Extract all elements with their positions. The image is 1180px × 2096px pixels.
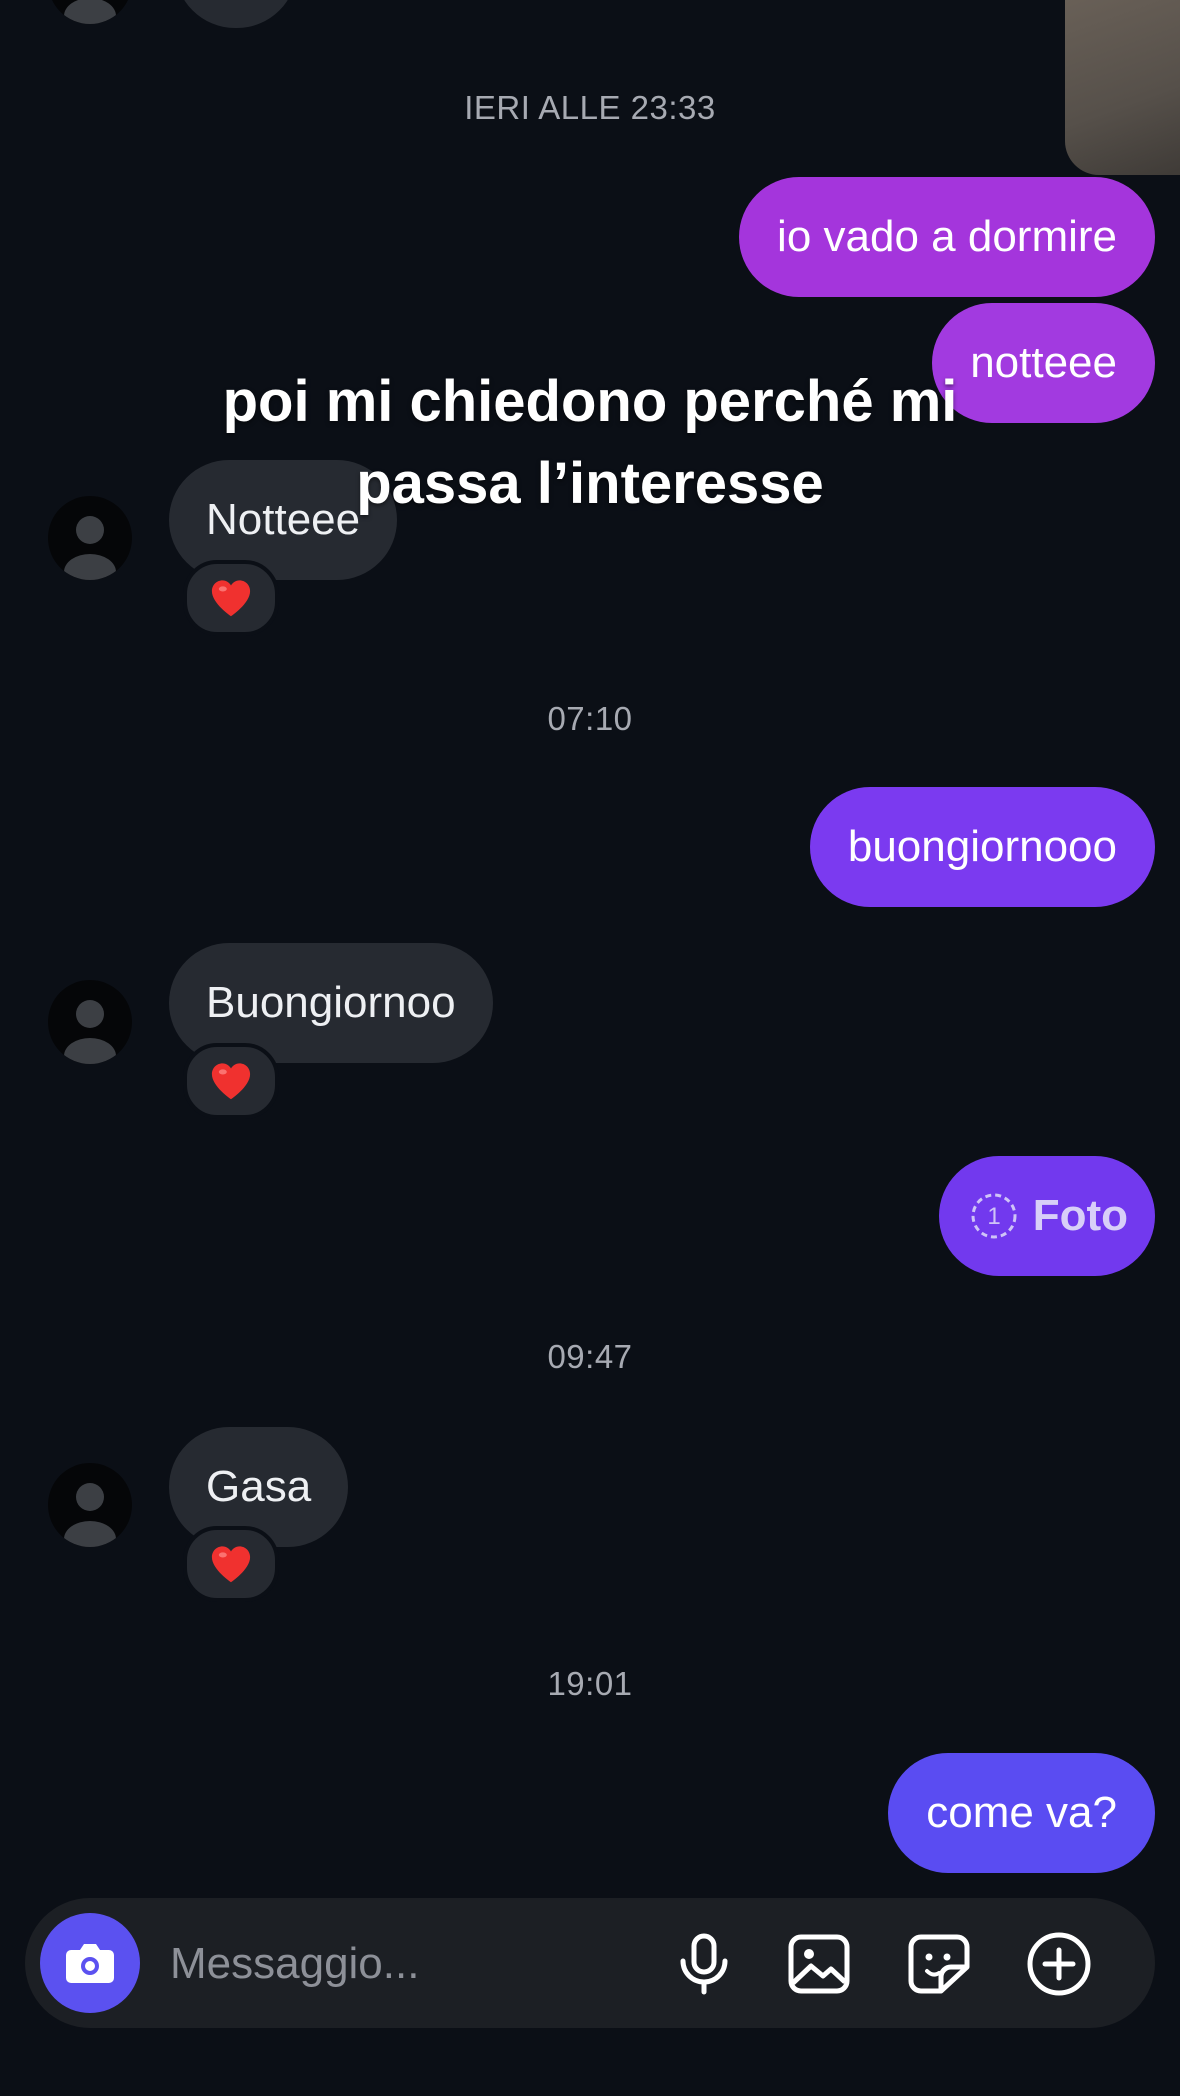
outgoing-message[interactable]: io vado a dormire — [739, 177, 1155, 297]
video-thumbnail[interactable] — [1065, 0, 1180, 175]
camera-icon — [66, 1944, 114, 1983]
heart-icon — [211, 580, 251, 617]
sticker-icon — [908, 1934, 970, 1994]
time-separator: 07:10 — [547, 700, 633, 737]
outgoing-message[interactable]: buongiornooo — [809, 787, 1155, 907]
avatar[interactable] — [48, 1463, 132, 1547]
sticker-button[interactable] — [905, 1930, 973, 1998]
photo-message[interactable]: 1 Foto — [938, 1156, 1155, 1276]
camera-button[interactable] — [40, 1913, 140, 2013]
message-bubble-partial[interactable] — [175, 0, 297, 28]
avatar[interactable] — [48, 980, 132, 1064]
heart-icon — [211, 1063, 251, 1100]
heart-icon — [211, 1546, 251, 1583]
more-button[interactable] — [1025, 1930, 1093, 1998]
time-separator: IERI ALLE 23:33 — [464, 89, 716, 126]
image-icon — [788, 1934, 850, 1994]
gallery-button[interactable] — [785, 1930, 853, 1998]
time-separator: 19:01 — [547, 1665, 633, 1702]
message-composer — [25, 1898, 1155, 2028]
plus-circle-icon — [1027, 1932, 1091, 1996]
svg-text:1: 1 — [987, 1203, 1000, 1230]
reaction-badge[interactable] — [183, 1526, 279, 1602]
message-input[interactable] — [168, 1933, 672, 1995]
photo-label: Foto — [1032, 1191, 1128, 1240]
overlay-caption: poi mi chiedono perché mi passa l’intere… — [222, 369, 958, 516]
reaction-badge[interactable] — [183, 560, 279, 636]
microphone-button[interactable] — [670, 1930, 738, 1998]
chat-screen: IERI ALLE 23:33 io vado a dormire nottee… — [0, 0, 1180, 2096]
avatar[interactable] — [48, 0, 132, 24]
view-once-icon: 1 — [971, 1193, 1017, 1239]
time-separator: 09:47 — [547, 1338, 633, 1375]
outgoing-message[interactable]: come va? — [888, 1753, 1155, 1873]
microphone-icon — [680, 1933, 728, 1995]
reaction-badge[interactable] — [183, 1043, 279, 1119]
avatar[interactable] — [48, 496, 132, 580]
